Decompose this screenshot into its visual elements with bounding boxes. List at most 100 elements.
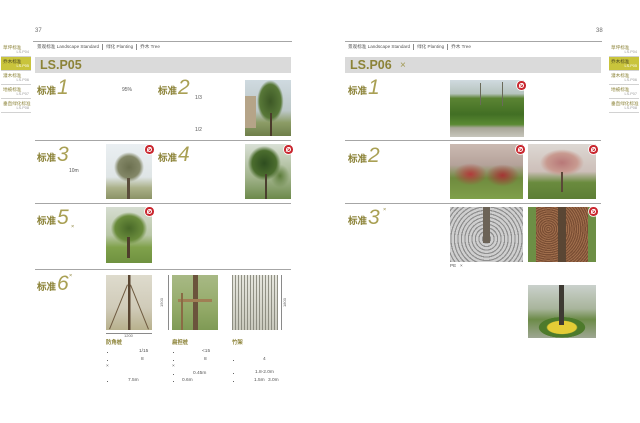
tree-grate-photo — [450, 207, 523, 262]
standard-note: 1/2 — [195, 127, 202, 133]
staking-value: 0.6m — [182, 378, 193, 383]
standard-note: × — [71, 224, 75, 230]
standard-label: 标准 — [158, 153, 178, 164]
sidebar-item-code: LS.P06 — [16, 78, 29, 83]
sidebar-item-code: LS.P04 — [16, 50, 29, 55]
standard-number: 2 — [178, 76, 190, 99]
sidebar-item-code: LS.P06 — [624, 78, 637, 83]
sidebar-item-code: LS.P08 — [624, 106, 637, 111]
shrub-photo — [450, 144, 523, 199]
standard-note: × — [383, 207, 387, 213]
staking-value: 3.0m — [268, 378, 279, 383]
dimension-label: 1800 — [281, 298, 287, 307]
staking-value: 1.5m — [254, 378, 265, 383]
sidebar-item-shrub[interactable]: 灌木标准 LS.P06 — [1, 71, 31, 85]
right-sidebar-nav: 草坪标准 LS.P04 乔木标准 LS.P05 灌木标准 LS.P06 地被标准… — [609, 43, 639, 113]
section-title-bar: LS.P05 — [35, 57, 291, 73]
staking-value: 1/15 — [139, 349, 149, 354]
sidebar-item-code: LS.P04 — [624, 50, 637, 55]
standard-label: 标准 — [37, 216, 57, 227]
flower-ring-photo — [528, 285, 596, 338]
staking-value: 1.8-2.0m — [255, 370, 274, 375]
standard-label: 标准 — [158, 86, 178, 97]
bamboo-frame-photo — [232, 275, 278, 330]
shrub-photo — [528, 144, 596, 199]
sidebar-item-groundcover[interactable]: 地被标准 LS.P07 — [1, 85, 31, 99]
staking-method-title: 扁担桩 — [172, 340, 189, 346]
standard-number: 1 — [57, 76, 69, 99]
crossbar-stake-photo — [172, 275, 218, 330]
bullet — [233, 373, 235, 375]
photo-caption: PE — [450, 263, 457, 268]
standard-number: 4 — [178, 143, 190, 166]
prohibited-badge-icon — [589, 207, 598, 216]
standard-heading: 标准 6 — [37, 273, 69, 294]
header-rule — [33, 41, 292, 42]
standard-label: 标准 — [37, 153, 57, 164]
prohibited-badge-icon — [589, 145, 598, 154]
staking-value: × — [106, 364, 109, 369]
standard-label: 标准 — [348, 154, 368, 165]
standard-label: 标准 — [37, 282, 57, 293]
standard-label: 标准 — [348, 216, 368, 227]
bullet — [173, 374, 175, 376]
sidebar-item-groundcover[interactable]: 地被标准 LS.P07 — [609, 85, 639, 99]
standard-heading: 标准 4 — [158, 143, 190, 166]
standard-heading: 标准 2 — [348, 144, 380, 167]
sidebar-item-code: LS.P05 — [624, 64, 637, 69]
standard-note: 10m — [69, 168, 79, 174]
breadcrumb: 景观标准 Landscape Standard 绿化 Planting 乔木 T… — [35, 44, 163, 50]
sidebar-item-lawn[interactable]: 草坪标准 LS.P04 — [609, 43, 639, 57]
standard-number: 3 — [368, 206, 380, 229]
breadcrumb-item[interactable]: 乔木 Tree — [136, 44, 163, 50]
staking-value: 4 — [263, 357, 266, 362]
dimension-line — [168, 275, 169, 330]
staking-method-title: 防角桩 — [106, 340, 123, 346]
bullet — [173, 381, 175, 383]
left-sidebar-nav: 草坪标准 LS.P04 乔木标准 LS.P05 灌木标准 LS.P06 地被标准… — [1, 43, 31, 113]
standard-note: 1/3 — [195, 95, 202, 101]
standard-number: 3 — [57, 143, 69, 166]
prohibited-badge-icon — [145, 207, 154, 216]
staking-value: 7.5m — [128, 378, 139, 383]
standard-heading: 标准 3 — [37, 143, 69, 166]
section-divider — [345, 140, 601, 141]
section-divider — [35, 269, 291, 270]
sidebar-item-shrub[interactable]: 灌木标准 LS.P06 — [609, 71, 639, 85]
prohibited-badge-icon — [284, 145, 293, 154]
tree-photo — [106, 207, 152, 263]
standard-note: 95% — [122, 87, 133, 93]
section-divider — [35, 203, 291, 204]
breadcrumb-section[interactable]: 景观标准 Landscape Standard — [35, 44, 102, 50]
sidebar-item-tree[interactable]: 乔木标准 LS.P05 — [1, 57, 31, 71]
pebble-pit-photo — [528, 207, 596, 262]
staking-value: <15 — [202, 349, 211, 354]
breadcrumb-section[interactable]: 景观标准 Landscape Standard — [346, 44, 413, 50]
bullet — [107, 360, 109, 362]
bullet — [173, 352, 175, 354]
standard-number: 2 — [368, 144, 380, 167]
sidebar-item-vertical-green[interactable]: 垂直绿化标准 LS.P08 — [609, 99, 639, 113]
section-divider — [345, 203, 601, 204]
standard-number: 5 — [57, 206, 69, 229]
sidebar-item-code: LS.P07 — [16, 92, 29, 97]
staking-value: 8 — [141, 357, 144, 362]
standard-heading: 标准 1 — [37, 76, 69, 99]
standard-heading: 标准 5 — [37, 206, 69, 229]
standard-note: × — [69, 273, 73, 279]
section-code-mark: × — [400, 60, 406, 71]
breadcrumb-category[interactable]: 绿化 Planting — [102, 44, 136, 50]
sidebar-item-vertical-green[interactable]: 垂直绿化标准 LS.P08 — [1, 99, 31, 113]
breadcrumb-item[interactable]: 乔木 Tree — [447, 44, 474, 50]
bullet — [107, 381, 109, 383]
photo-caption: × — [460, 263, 463, 268]
bullet — [107, 352, 109, 354]
sidebar-item-lawn[interactable]: 草坪标准 LS.P04 — [1, 43, 31, 57]
breadcrumb: 景观标准 Landscape Standard 绿化 Planting 乔木 T… — [346, 44, 474, 50]
standard-number: 1 — [368, 76, 380, 99]
sidebar-item-tree[interactable]: 乔木标准 LS.P05 — [609, 57, 639, 71]
prohibited-badge-icon — [516, 145, 525, 154]
bullet — [233, 381, 235, 383]
breadcrumb-category[interactable]: 绿化 Planting — [413, 44, 447, 50]
standard-label: 标准 — [348, 86, 368, 97]
